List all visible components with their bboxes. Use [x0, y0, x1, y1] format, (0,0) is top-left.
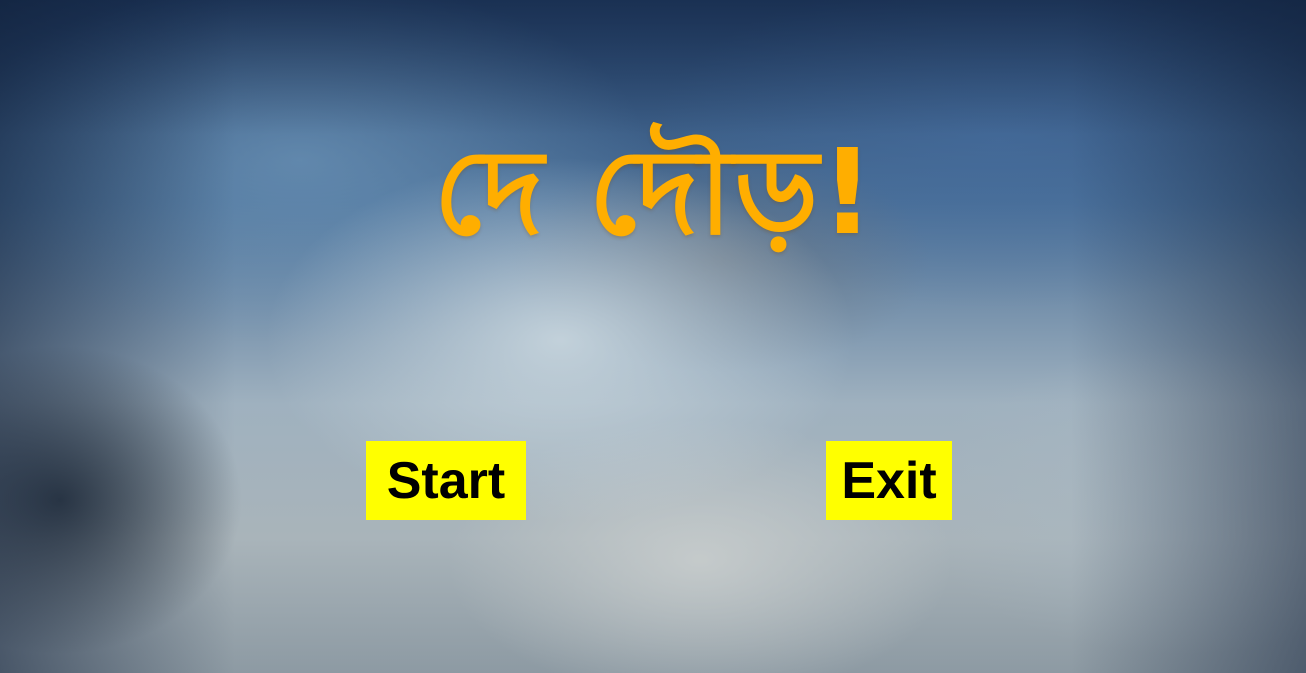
exit-button[interactable]: Exit	[826, 441, 952, 520]
start-button-label: Start	[386, 451, 506, 510]
game-title: দে দৌড়!	[433, 123, 877, 261]
start-button[interactable]: Start	[366, 441, 526, 520]
exit-button-label: Exit	[841, 451, 937, 510]
